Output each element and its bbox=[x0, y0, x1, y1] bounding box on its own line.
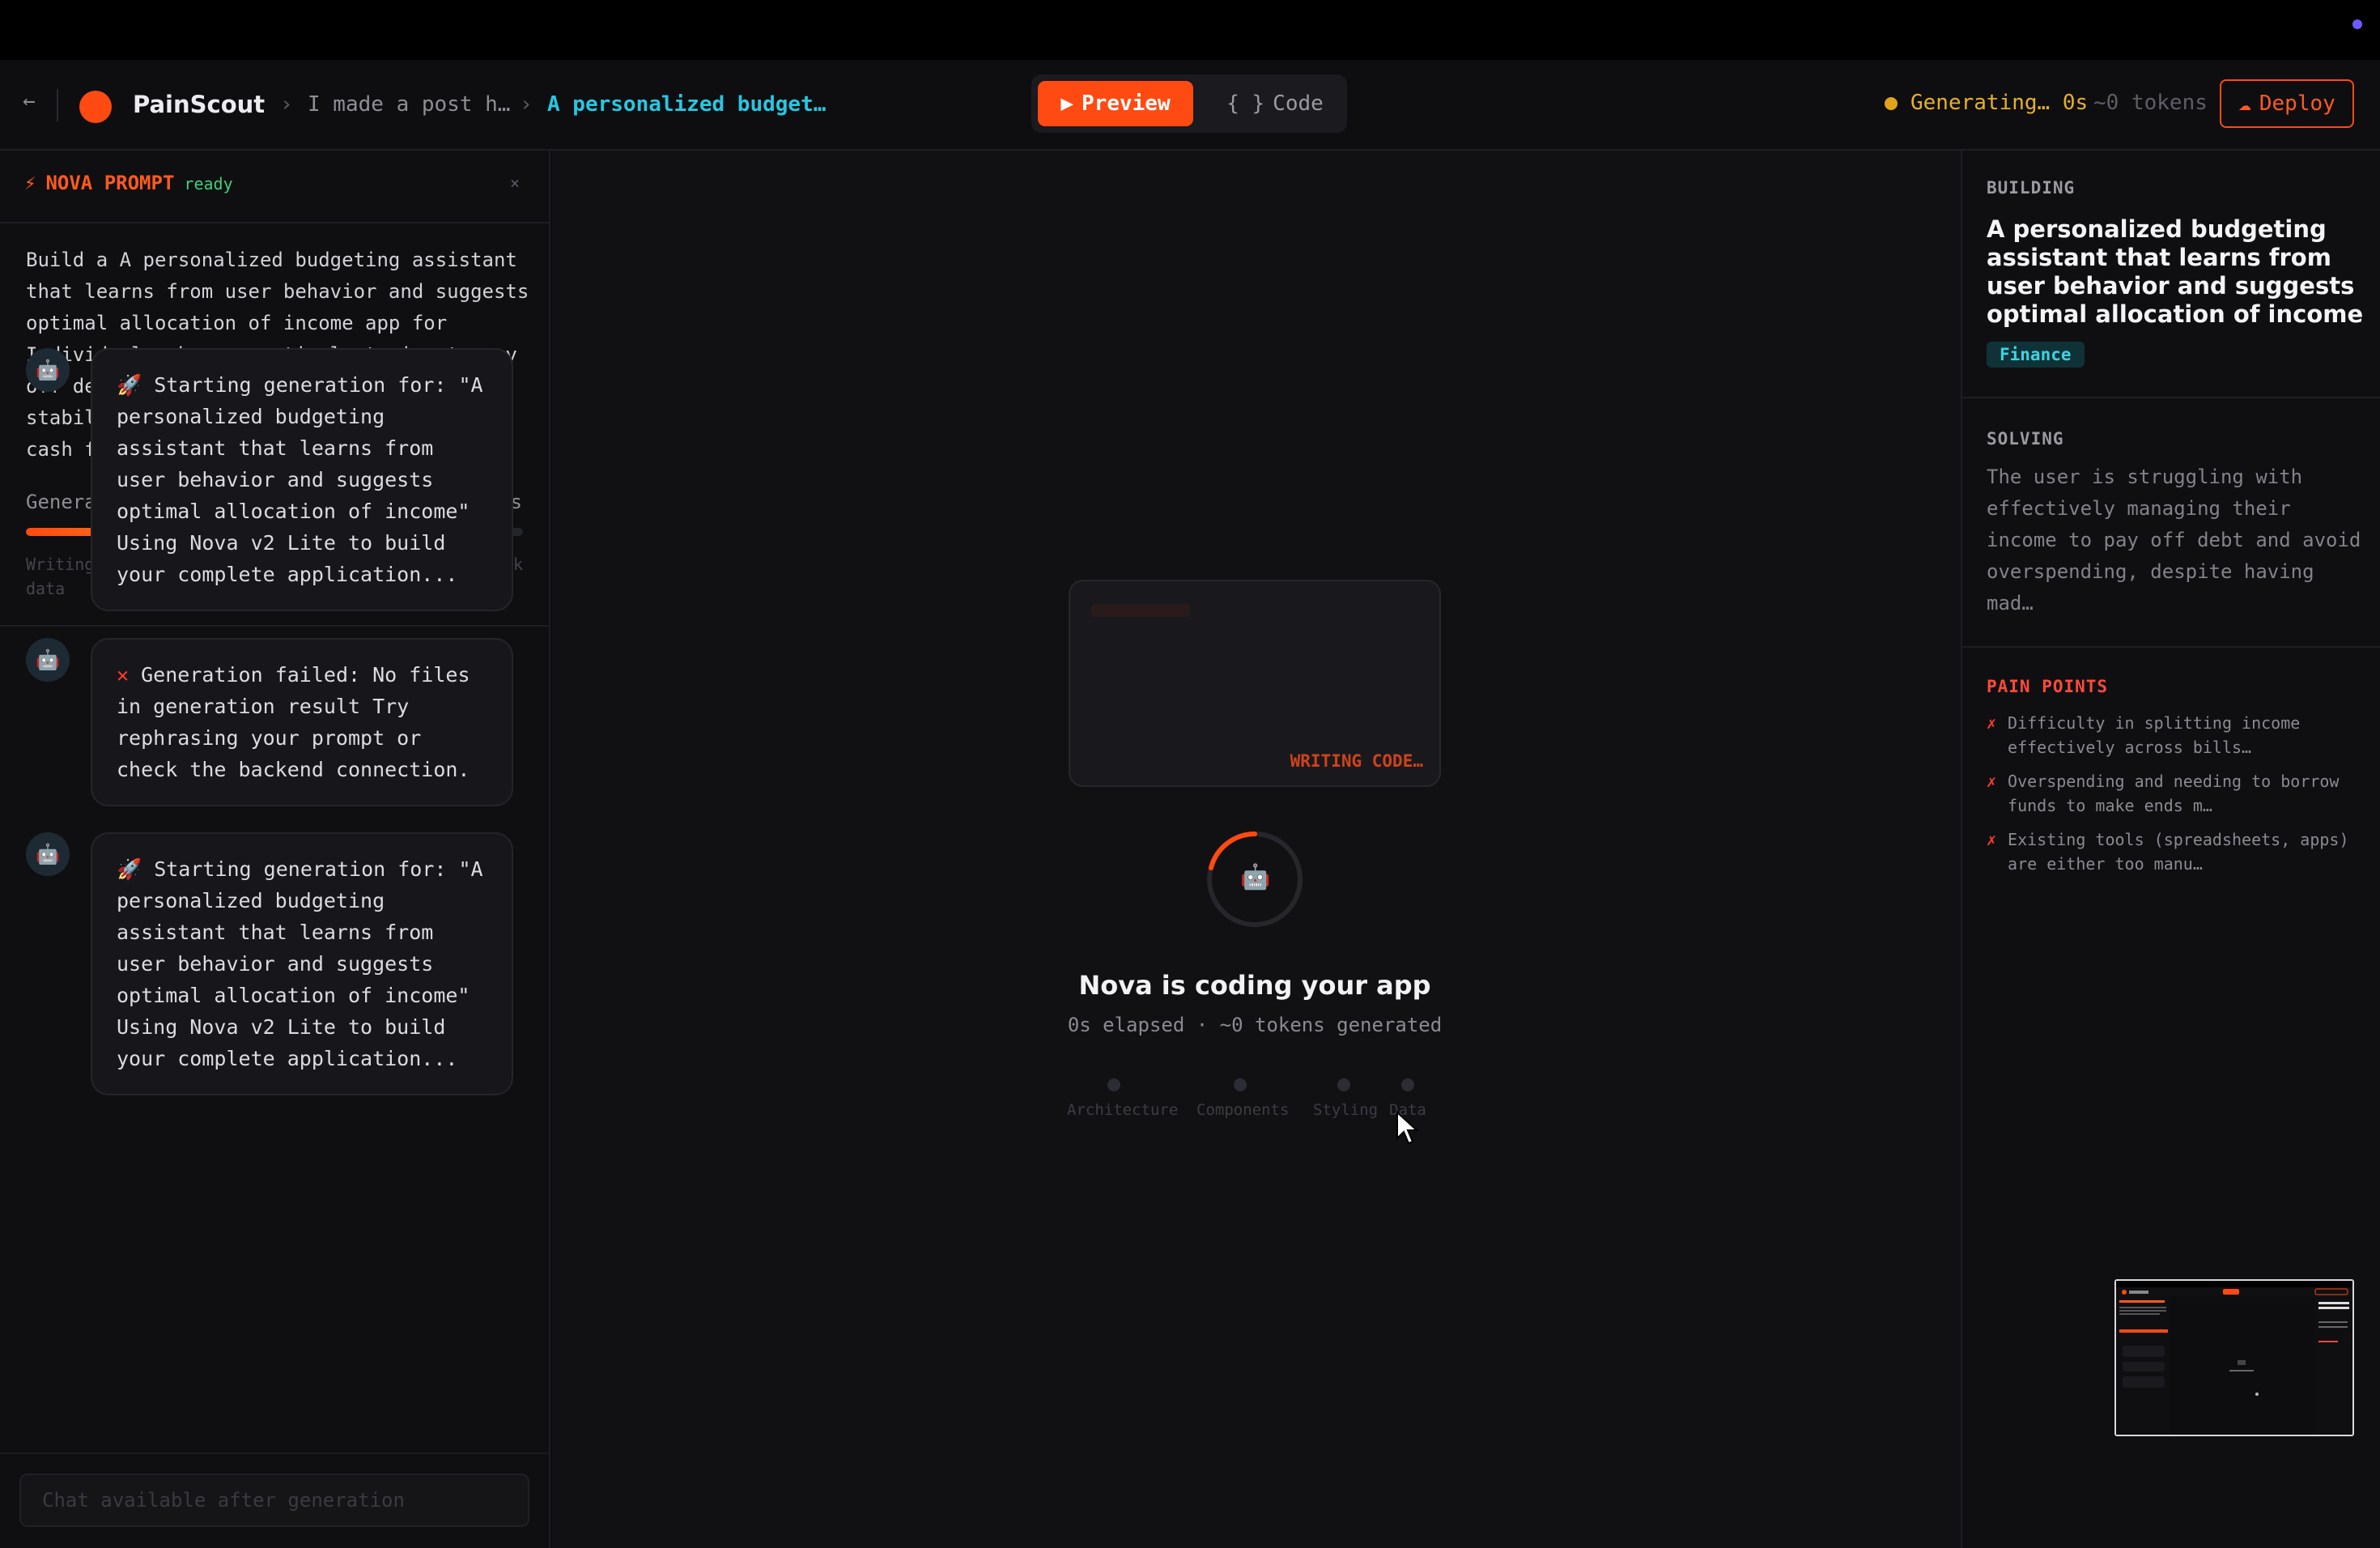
code-line-placeholder bbox=[1091, 604, 1190, 617]
building-title: A personalized budgeting assistant that … bbox=[1987, 215, 2364, 328]
prompt-panel: ⚡ NOVA PROMPT ready × Build a A personal… bbox=[0, 151, 550, 1548]
pain-point: ✗ Existing tools (spreadsheets, apps) ar… bbox=[1987, 827, 2367, 876]
generating-dot bbox=[1885, 97, 1898, 110]
pain-points-label: PAIN POINTS bbox=[1987, 677, 2109, 696]
robot-icon: 🤖 bbox=[36, 843, 60, 865]
close-icon[interactable]: × bbox=[510, 173, 520, 193]
preview-tab[interactable]: ▶ Preview bbox=[1038, 81, 1193, 126]
robot-avatar-icon: 🤖 bbox=[26, 638, 70, 682]
cross-icon: ✗ bbox=[1987, 772, 1997, 791]
divider bbox=[0, 222, 550, 223]
solving-label: SOLVING bbox=[1987, 429, 2064, 449]
play-icon: ▶ bbox=[1060, 91, 1074, 116]
token-count: ~0 tokens bbox=[2093, 91, 2208, 115]
divider bbox=[1962, 397, 2380, 398]
stage-dot bbox=[1401, 1078, 1414, 1091]
breadcrumb-separator: › bbox=[280, 92, 293, 117]
coding-subtitle: 0s elapsed · ~0 tokens generated bbox=[1067, 1014, 1443, 1036]
cloud-icon: ☁ bbox=[2238, 91, 2251, 116]
writing-code-label: WRITING CODE… bbox=[1290, 751, 1423, 771]
rocket-icon: 🚀 bbox=[117, 857, 142, 881]
chat-message-text: Starting generation for: "A personalized… bbox=[117, 857, 483, 1070]
thumbnail-preview bbox=[2116, 1281, 2352, 1435]
stage-dot bbox=[1337, 1078, 1350, 1091]
chat-message-text: Generation failed: No files in generatio… bbox=[117, 663, 470, 781]
pain-point: ✗ Overspending and needing to borrow fun… bbox=[1987, 769, 2367, 818]
solving-text: The user is struggling with effectively … bbox=[1987, 466, 2361, 615]
stage-label: Components bbox=[1196, 1101, 1290, 1119]
app-name[interactable]: PainScout bbox=[133, 91, 265, 118]
preview-area: WRITING CODE… 🤖 Nova is coding your app … bbox=[552, 151, 1961, 1548]
chat-message: ✕ Generation failed: No files in generat… bbox=[91, 638, 513, 806]
logo-icon bbox=[79, 91, 112, 123]
robot-icon: 🤖 bbox=[36, 359, 60, 381]
deploy-label: Deploy bbox=[2259, 91, 2335, 116]
rocket-icon: 🚀 bbox=[117, 373, 142, 397]
chat-message: 🚀 Starting generation for: "A personaliz… bbox=[91, 348, 513, 611]
deploy-button[interactable]: ☁ Deploy bbox=[2220, 79, 2354, 128]
stage-dot bbox=[1107, 1078, 1120, 1091]
chat-message-text: Starting generation for: "A personalized… bbox=[117, 373, 483, 586]
header-divider bbox=[57, 89, 58, 121]
chat-input[interactable] bbox=[19, 1474, 529, 1527]
robot-icon: 🤖 bbox=[1240, 863, 1271, 891]
stage-label: Architecture bbox=[1067, 1101, 1179, 1119]
code-tab[interactable]: { } Code bbox=[1214, 81, 1336, 126]
mouse-cursor-icon bbox=[1396, 1111, 1419, 1145]
bolt-icon: ⚡ bbox=[24, 172, 36, 194]
breadcrumb-current[interactable]: A personalized budget… bbox=[547, 92, 826, 117]
generating-status: Generating… 0s bbox=[1910, 91, 2089, 115]
category-badge[interactable]: Finance bbox=[1987, 342, 2085, 368]
stage-styling: Styling bbox=[1313, 1078, 1379, 1119]
divider bbox=[1962, 646, 2380, 648]
robot-avatar-icon: 🤖 bbox=[26, 348, 70, 392]
breadcrumb-separator: › bbox=[520, 92, 533, 117]
robot-avatar-icon: 🤖 bbox=[26, 832, 70, 876]
screen-thumbnail[interactable] bbox=[2114, 1279, 2354, 1436]
stage-architecture: Architecture bbox=[1067, 1078, 1178, 1119]
coding-title: Nova is coding your app bbox=[1078, 970, 1431, 1001]
prompt-state-badge: ready bbox=[184, 174, 233, 194]
braces-icon: { } bbox=[1226, 91, 1265, 116]
prompt-header: ⚡ NOVA PROMPT ready bbox=[24, 172, 233, 194]
pain-point-text: Overspending and needing to borrow funds… bbox=[2008, 772, 2340, 815]
divider bbox=[0, 625, 550, 627]
breadcrumb-post[interactable]: I made a post h… bbox=[308, 92, 510, 117]
stage-label: Styling bbox=[1313, 1101, 1379, 1119]
divider bbox=[0, 1452, 550, 1454]
stage-dot bbox=[1234, 1078, 1247, 1091]
building-label: BUILDING bbox=[1987, 178, 2076, 198]
top-bar bbox=[0, 0, 2380, 60]
pain-point-text: Difficulty in splitting income effective… bbox=[2008, 713, 2301, 757]
pain-point-text: Existing tools (spreadsheets, apps) are … bbox=[2008, 830, 2349, 874]
robot-icon: 🤖 bbox=[36, 649, 60, 671]
back-arrow-icon[interactable]: ← bbox=[23, 89, 36, 113]
cross-icon: ✕ bbox=[117, 663, 130, 687]
preview-tab-label: Preview bbox=[1082, 91, 1171, 116]
code-tab-label: Code bbox=[1273, 91, 1324, 116]
cross-icon: ✗ bbox=[1987, 830, 1997, 849]
pain-point: ✗ Difficulty in splitting income effecti… bbox=[1987, 711, 2367, 759]
code-preview-card: WRITING CODE… bbox=[1069, 580, 1441, 787]
status-dot bbox=[2352, 19, 2362, 29]
cross-icon: ✗ bbox=[1987, 713, 1997, 733]
chat-message: 🚀 Starting generation for: "A personaliz… bbox=[91, 832, 513, 1095]
prompt-title: NOVA PROMPT bbox=[45, 172, 175, 194]
stage-components: Components bbox=[1196, 1078, 1289, 1119]
